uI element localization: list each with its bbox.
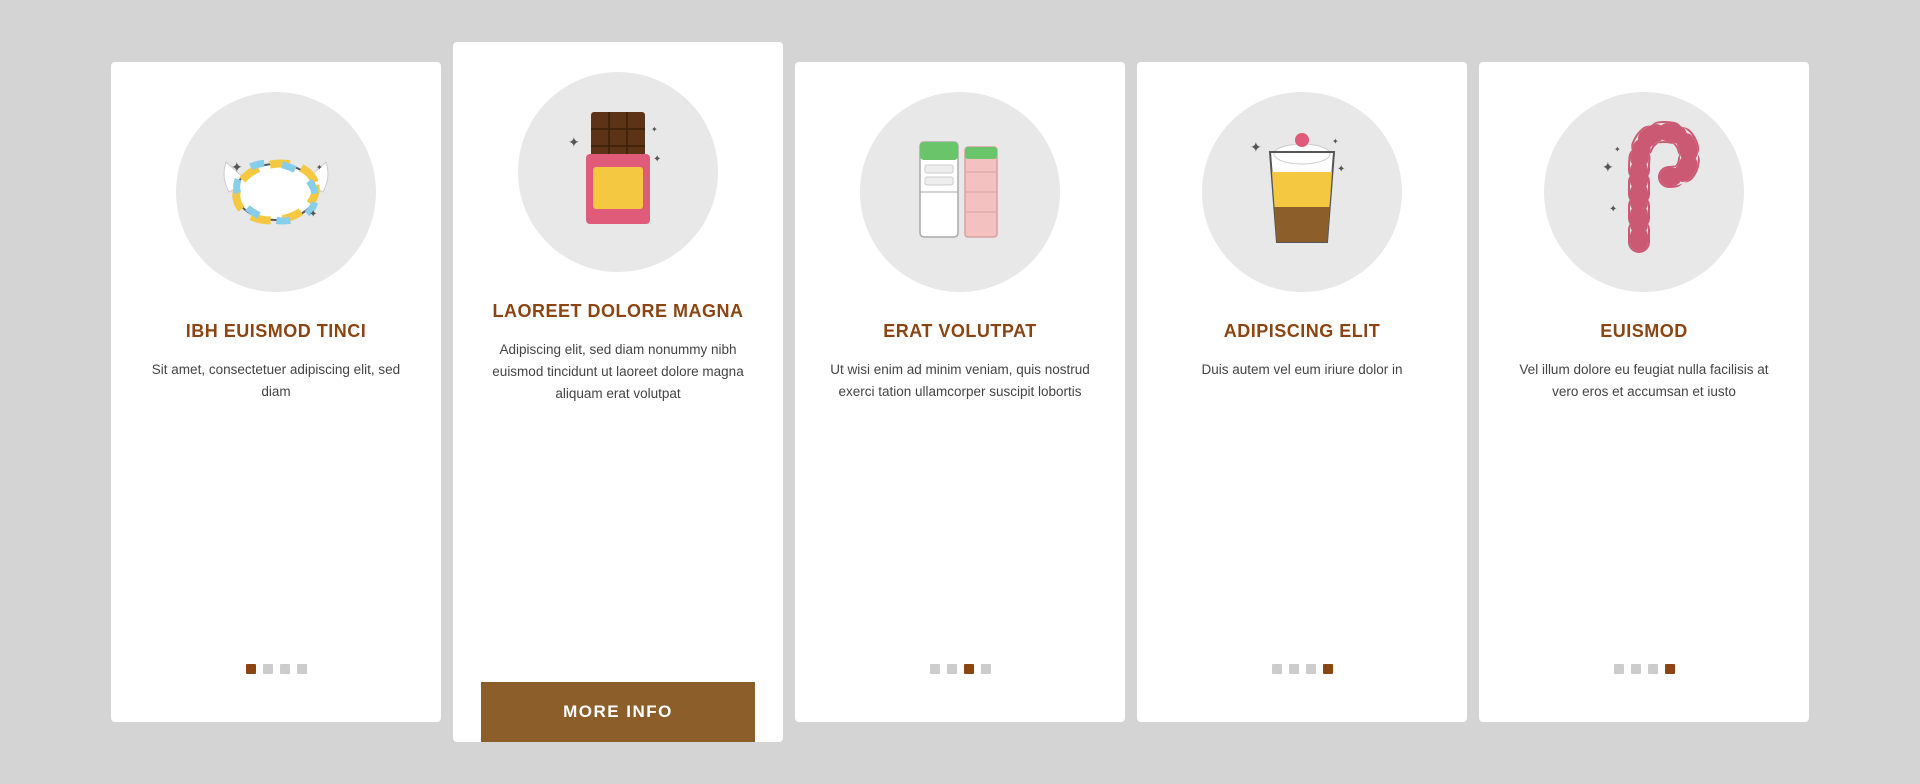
milkshake-icon: ✦ ✦ ✦ xyxy=(1242,122,1362,262)
card-2-title: LAOREET DOLORE MAGNA xyxy=(493,300,744,323)
card-1: ✦ ✦ ✦ IBH EUISMOD TINCI Sit amet, consec… xyxy=(111,62,441,722)
card-1-icon-circle: ✦ ✦ ✦ xyxy=(176,92,376,292)
gum-icon xyxy=(900,127,1020,257)
dot-1 xyxy=(930,664,940,674)
card-5: ✦ ✦ ✦ EUISMOD Vel illum dolore eu feugia… xyxy=(1479,62,1809,722)
chocolate-icon: ✦ ✦ ✦ xyxy=(553,102,683,242)
dot-2 xyxy=(1631,664,1641,674)
dot-2 xyxy=(947,664,957,674)
card-1-dots xyxy=(246,664,307,698)
candycane-icon: ✦ ✦ ✦ xyxy=(1584,122,1704,262)
card-1-desc: Sit amet, consectetuer adipi­scing elit,… xyxy=(139,359,413,640)
dot-3 xyxy=(1306,664,1316,674)
svg-text:✦: ✦ xyxy=(231,159,243,175)
dot-4 xyxy=(981,664,991,674)
svg-text:✦: ✦ xyxy=(1250,139,1262,155)
candy-icon: ✦ ✦ ✦ xyxy=(211,142,341,242)
svg-text:✦: ✦ xyxy=(651,125,658,134)
dot-1 xyxy=(1272,664,1282,674)
card-3-icon-circle xyxy=(860,92,1060,292)
svg-text:✦: ✦ xyxy=(653,154,661,165)
svg-text:✦: ✦ xyxy=(568,134,580,150)
dot-2 xyxy=(263,664,273,674)
svg-text:✦: ✦ xyxy=(1602,159,1614,175)
dot-2 xyxy=(1289,664,1299,674)
card-4: ✦ ✦ ✦ ADIPISCING ELIT Duis autem vel eum… xyxy=(1137,62,1467,722)
dot-4 xyxy=(1323,664,1333,674)
cards-container: ✦ ✦ ✦ IBH EUISMOD TINCI Sit amet, consec… xyxy=(91,42,1829,742)
card-5-title: EUISMOD xyxy=(1600,320,1688,343)
dot-3 xyxy=(280,664,290,674)
card-4-desc: Duis autem vel eum iriure dolor in xyxy=(1201,359,1402,640)
card-3-dots xyxy=(930,664,991,698)
card-3: ERAT VOLUTPAT Ut wisi enim ad minim veni… xyxy=(795,62,1125,722)
svg-text:✦: ✦ xyxy=(316,163,323,172)
svg-text:✦: ✦ xyxy=(1332,137,1339,146)
card-1-title: IBH EUISMOD TINCI xyxy=(186,320,367,343)
dot-3 xyxy=(964,664,974,674)
card-4-title: ADIPISCING ELIT xyxy=(1224,320,1381,343)
card-2-icon-circle: ✦ ✦ ✦ xyxy=(518,72,718,272)
more-info-button[interactable]: MORE INFO xyxy=(481,682,755,742)
card-2-desc: Adipiscing elit, sed diam nonummy nibh e… xyxy=(481,339,755,662)
card-5-icon-circle: ✦ ✦ ✦ xyxy=(1544,92,1744,292)
card-3-title: ERAT VOLUTPAT xyxy=(883,320,1037,343)
card-2: ✦ ✦ ✦ LAOREET DOLORE MAGNA Adipiscing el… xyxy=(453,42,783,742)
card-4-icon-circle: ✦ ✦ ✦ xyxy=(1202,92,1402,292)
dot-4 xyxy=(297,664,307,674)
card-5-dots xyxy=(1614,664,1675,698)
dot-4 xyxy=(1665,664,1675,674)
card-4-dots xyxy=(1272,664,1333,698)
svg-text:✦: ✦ xyxy=(1337,164,1345,175)
svg-text:✦: ✦ xyxy=(309,209,317,220)
card-3-desc: Ut wisi enim ad minim veniam, quis nostr… xyxy=(823,359,1097,640)
card-5-desc: Vel illum dolore eu feugiat nulla facili… xyxy=(1507,359,1781,640)
svg-text:✦: ✦ xyxy=(1614,145,1621,154)
dot-1 xyxy=(246,664,256,674)
dot-1 xyxy=(1614,664,1624,674)
dot-3 xyxy=(1648,664,1658,674)
svg-text:✦: ✦ xyxy=(1609,204,1617,215)
